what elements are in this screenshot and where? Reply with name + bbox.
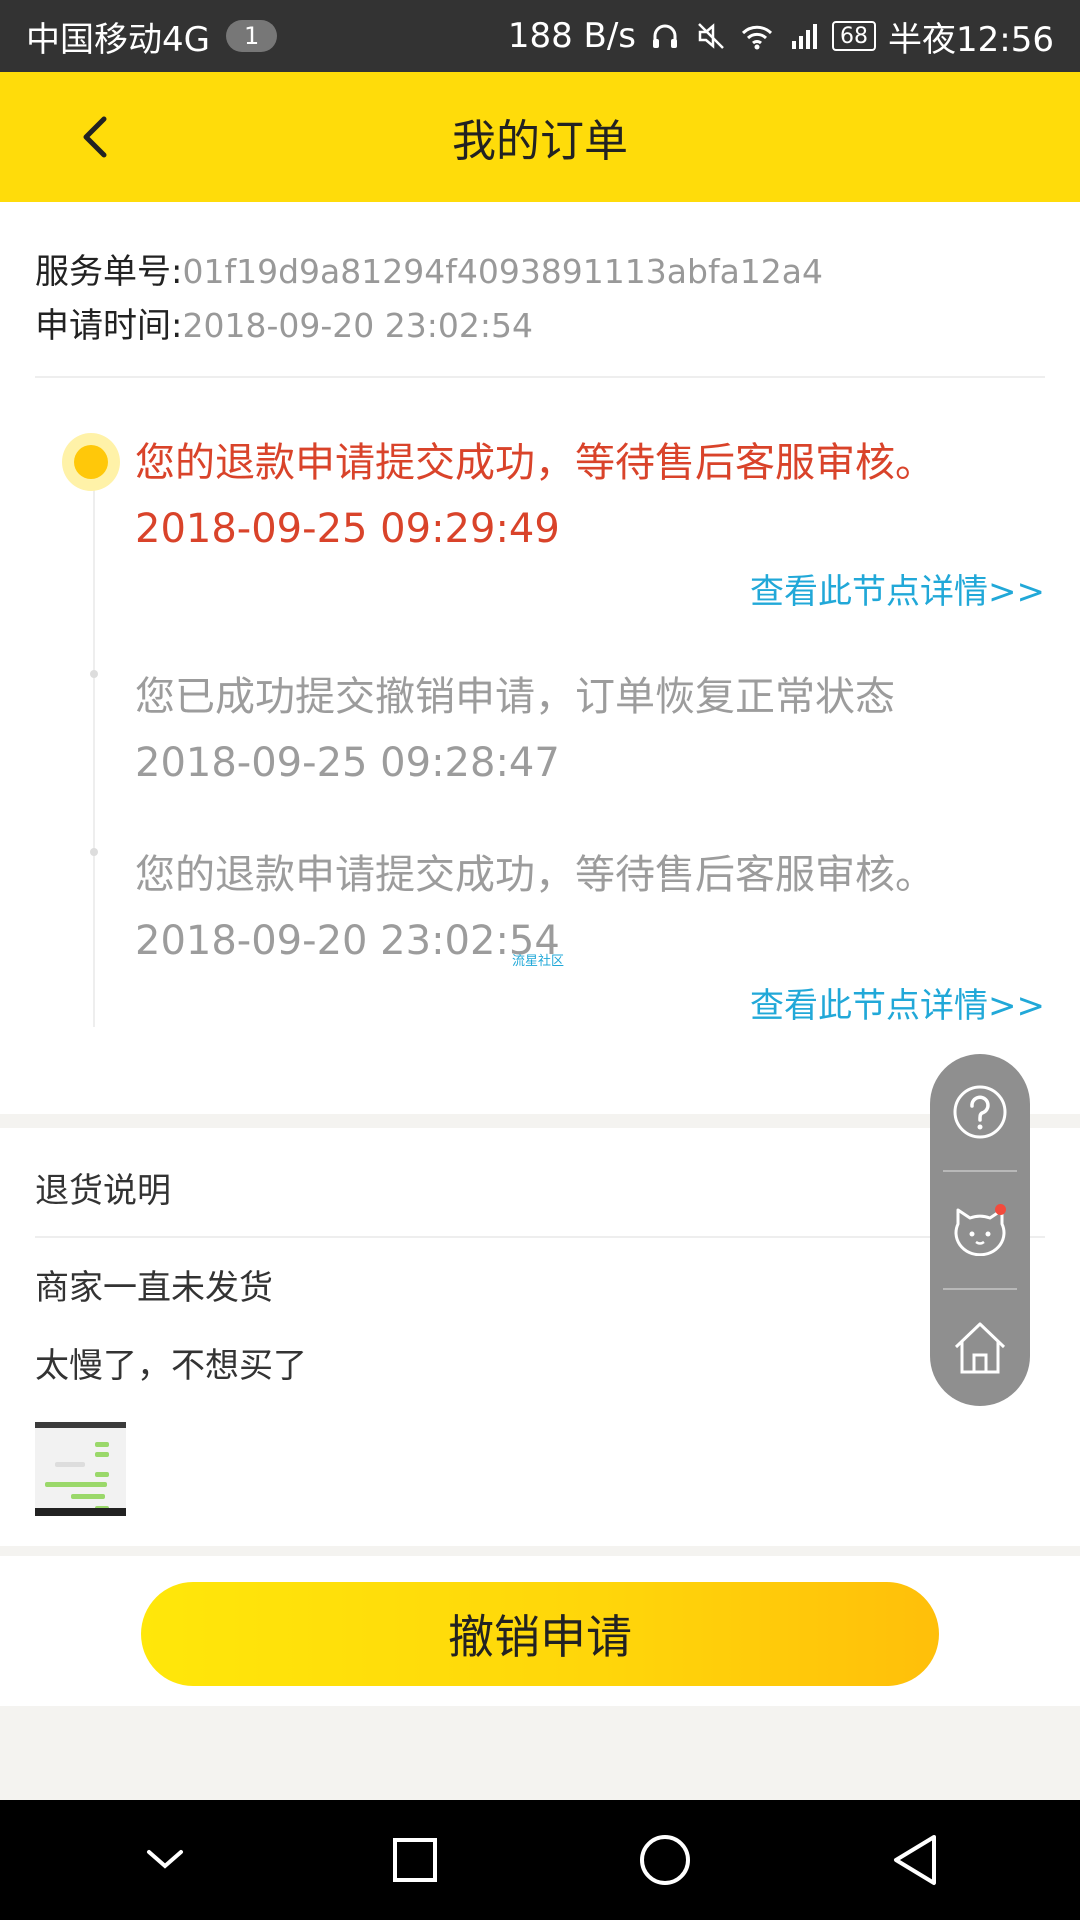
timeline-dot-active <box>62 433 120 491</box>
chevron-down-icon <box>147 1850 183 1869</box>
service-number-label: 服务单号: <box>35 252 183 292</box>
timeline-node-text: 您的退款申请提交成功，等待售后客服审核。 <box>135 440 935 486</box>
watermark: 流星社区 <box>512 954 565 969</box>
circle-icon <box>640 1835 690 1885</box>
order-info-card: 服务单号:01f19d9a81294f4093891113abfa12a4 申请… <box>0 202 1080 1114</box>
attachment-thumbnail[interactable] <box>35 1422 126 1516</box>
system-nav-bar <box>0 1800 1080 1920</box>
status-bar: 中国移动4G 1 188 B/s 68 半夜12:56 <box>0 0 1080 72</box>
timeline-node-text: 您的退款申请提交成功，等待售后客服审核。 <box>135 852 935 898</box>
timeline-node-text: 您已成功提交撤销申请，订单恢复正常状态 <box>135 674 895 720</box>
clock: 半夜12:56 <box>888 19 1054 60</box>
reason-line: 太慢了，不想买了 <box>35 1346 307 1386</box>
battery-icon: 68 <box>832 21 877 51</box>
chevron-left-icon <box>83 116 107 158</box>
service-number-row: 服务单号:01f19d9a81294f4093891113abfa12a4 <box>35 244 823 293</box>
floating-toolbar <box>930 1054 1030 1406</box>
timeline-line <box>93 472 95 1027</box>
action-bar: 撤销申请 <box>0 1556 1080 1706</box>
timeline-node-2: 您已成功提交撤销申请，订单恢复正常状态 2018-09-25 09:28:47 <box>135 664 895 796</box>
square-icon <box>393 1838 437 1882</box>
nav-collapse-button[interactable] <box>120 1815 210 1905</box>
timeline-node-time: 2018-09-25 09:28:47 <box>135 740 560 786</box>
section-title: 退货说明 <box>35 1171 171 1211</box>
apply-time-value: 2018-09-20 23:02:54 <box>182 306 533 345</box>
customer-service-button[interactable] <box>930 1172 1030 1288</box>
cancel-application-button[interactable]: 撤销申请 <box>141 1582 939 1686</box>
timeline-dot <box>90 670 98 678</box>
signal-icon <box>786 19 820 53</box>
wifi-icon <box>740 19 774 53</box>
carrier-label: 中国移动4G <box>26 19 210 60</box>
notification-count-badge: 1 <box>225 20 278 52</box>
node-detail-link[interactable]: 查看此节点详情>> <box>750 978 1045 1027</box>
home-button[interactable] <box>930 1290 1030 1406</box>
help-button[interactable] <box>930 1054 1030 1170</box>
headphones-icon <box>648 19 682 53</box>
timeline-dot <box>90 848 98 856</box>
back-button[interactable] <box>60 102 130 172</box>
timeline-node-1: 您的退款申请提交成功，等待售后客服审核。 2018-09-25 09:29:49 <box>135 430 935 562</box>
timeline-node-time: 2018-09-25 09:29:49 <box>135 506 560 552</box>
return-explanation-card: 退货说明 商家一直未发货 太慢了，不想买了 <box>0 1128 1080 1546</box>
nav-home-button[interactable] <box>620 1815 710 1905</box>
unread-dot <box>995 1204 1006 1215</box>
apply-time-row: 申请时间:2018-09-20 23:02:54 <box>35 298 533 347</box>
triangle-back-icon <box>894 1835 936 1885</box>
network-speed: 188 B/s <box>507 16 637 56</box>
page-title: 我的订单 <box>452 116 628 167</box>
home-icon <box>954 1322 1006 1374</box>
node-detail-link[interactable]: 查看此节点详情>> <box>750 564 1045 613</box>
title-bar: 我的订单 <box>0 72 1080 202</box>
question-icon <box>953 1085 1007 1139</box>
divider <box>35 376 1045 378</box>
nav-recents-button[interactable] <box>370 1815 460 1905</box>
mute-icon <box>694 19 728 53</box>
nav-back-button[interactable] <box>870 1815 960 1905</box>
service-number-value: 01f19d9a81294f4093891113abfa12a4 <box>182 252 824 291</box>
apply-time-label: 申请时间: <box>35 306 183 346</box>
reason-line: 商家一直未发货 <box>35 1268 273 1308</box>
divider <box>35 1236 1045 1238</box>
